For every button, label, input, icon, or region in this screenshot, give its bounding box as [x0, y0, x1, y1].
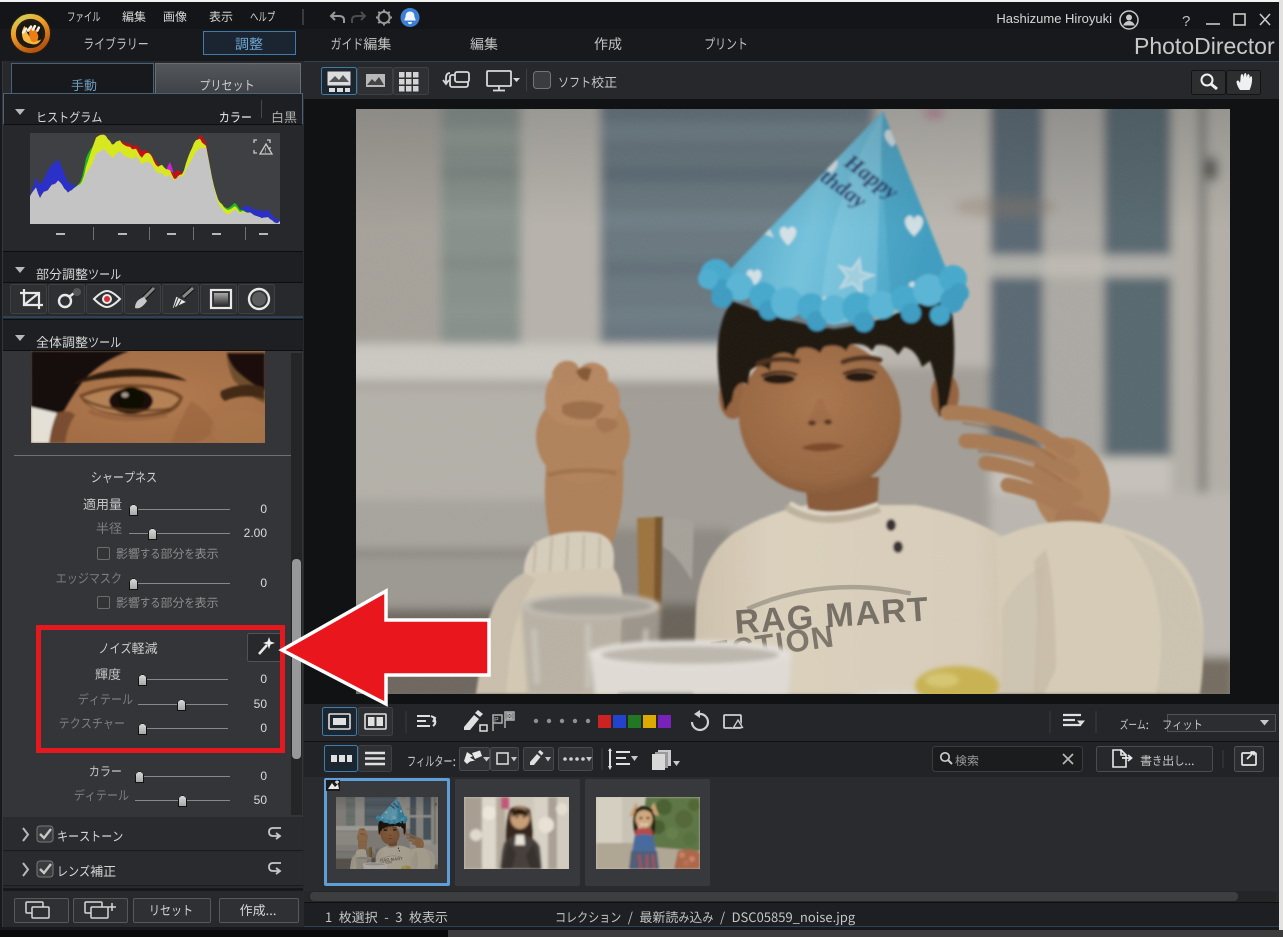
svg-text:!: ! [265, 148, 267, 155]
svg-text:P: P [494, 717, 499, 724]
svg-text:?: ? [1182, 13, 1190, 30]
